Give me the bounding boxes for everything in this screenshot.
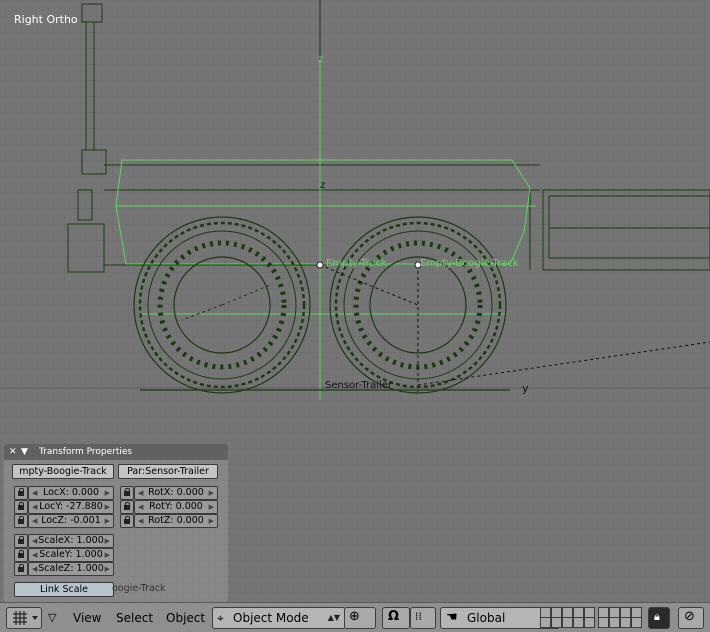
- object-label-empty-track: Empty-Track: [326, 258, 387, 269]
- paperclip-icon: ⊘: [684, 609, 695, 624]
- transform-properties-panel: ✕ ▼ Transform Properties mpty-Boogie-Tra…: [4, 444, 228, 602]
- manipulator-toggle[interactable]: ⁞⁞: [410, 607, 436, 629]
- layer-14[interactable]: [573, 617, 584, 628]
- layer-13[interactable]: [562, 617, 573, 628]
- hand-icon: ☚: [446, 610, 458, 625]
- rotx-field[interactable]: ◀ RotX: 0.000 ▶: [134, 486, 218, 500]
- object-label-empty-boogie-track: Empty-Boogie-Track: [420, 258, 519, 269]
- layer-buttons[interactable]: [540, 607, 642, 628]
- lock-icon-scalez[interactable]: [14, 562, 28, 576]
- scalez-field[interactable]: ◀ ScaleZ: 1.000 ▶: [28, 562, 114, 576]
- layer-19[interactable]: [631, 617, 642, 628]
- scalex-field[interactable]: ◀ ScaleX: 1.000 ▶: [28, 534, 114, 548]
- lock-icon-locx[interactable]: [14, 486, 28, 500]
- lock-layers-button[interactable]: 🔒︎: [648, 607, 670, 629]
- lock-icon-roty[interactable]: [120, 500, 134, 514]
- menu-view[interactable]: View: [73, 611, 101, 625]
- render-button[interactable]: ⊘: [678, 607, 704, 629]
- layer-11[interactable]: [540, 617, 551, 628]
- mode-select[interactable]: ⌖ Object Mode ▲▼: [212, 607, 346, 629]
- layer-18[interactable]: [620, 617, 631, 628]
- collapse-triangle-icon[interactable]: ▼: [21, 444, 28, 460]
- locz-field[interactable]: ◀ LocZ: -0.001 ▶: [28, 514, 114, 528]
- axis-label-z-top: z: [318, 54, 323, 65]
- axis-label-y: y: [522, 382, 529, 395]
- pivot-point-menu[interactable]: Ω: [382, 607, 410, 629]
- locx-field[interactable]: ◀ LocX: 0.000 ▶: [28, 486, 114, 500]
- 3d-view-header: ▽ View Select Object ⌖ Object Mode ▲▼ ⊕ …: [0, 602, 710, 632]
- lock-icon-scaley[interactable]: [14, 548, 28, 562]
- panel-title: Transform Properties: [39, 447, 133, 457]
- panel-title-bar[interactable]: ✕ ▼ Transform Properties: [4, 444, 228, 460]
- orientation-label: Global: [467, 611, 506, 625]
- dropdown-arrow-icon: ▲▼: [327, 613, 340, 622]
- mode-label: Object Mode: [233, 611, 309, 625]
- object-label-sensor-trailer: Sensor-Trailer: [325, 380, 393, 391]
- lock-icon-rotz[interactable]: [120, 514, 134, 528]
- collapse-menus-icon[interactable]: ▽: [48, 611, 56, 624]
- rotz-field[interactable]: ◀ RotZ: 0.000 ▶: [134, 514, 218, 528]
- pivot-icon: Ω: [388, 609, 400, 624]
- layer-17[interactable]: [609, 617, 620, 628]
- view-label: Right Ortho: [14, 13, 78, 26]
- object-name-ghost-text: oogie-Track: [112, 583, 166, 594]
- close-icon[interactable]: ✕: [9, 444, 17, 460]
- parent-field[interactable]: Par:Sensor-Trailer: [118, 464, 218, 479]
- layer-15[interactable]: [584, 617, 595, 628]
- grid-icon: [13, 611, 38, 625]
- editor-type-menu[interactable]: [6, 607, 42, 629]
- lock-icon-locy[interactable]: [14, 500, 28, 514]
- locy-field[interactable]: ◀ LocY: -27.880 ▶: [28, 500, 114, 514]
- lock-icon-scalex[interactable]: [14, 534, 28, 548]
- layer-12[interactable]: [551, 617, 562, 628]
- draw-type-menu[interactable]: ⊕: [344, 607, 376, 629]
- object-center-track[interactable]: [316, 261, 324, 269]
- object-mode-icon: ⌖: [217, 611, 224, 625]
- lock-icon: 🔒︎: [654, 610, 660, 623]
- scaley-field[interactable]: ◀ ScaleY: 1.000 ▶: [28, 548, 114, 562]
- roty-field[interactable]: ◀ RotY: 0.000 ▶: [134, 500, 218, 514]
- lock-icon-rotx[interactable]: [120, 486, 134, 500]
- dots-icon: ⁞⁞: [415, 610, 422, 623]
- link-scale-button[interactable]: Link Scale: [14, 582, 114, 597]
- lock-icon-locz[interactable]: [14, 514, 28, 528]
- axis-label-z: z: [320, 180, 325, 191]
- menu-select[interactable]: Select: [116, 611, 153, 625]
- menu-object[interactable]: Object: [166, 611, 205, 625]
- object-name-field[interactable]: mpty-Boogie-Track: [12, 464, 114, 479]
- layer-16[interactable]: [598, 617, 609, 628]
- sphere-icon: ⊕: [349, 609, 360, 624]
- blender-window: z z y Empty-Track Empty-Boogie-Track Sen…: [0, 0, 710, 632]
